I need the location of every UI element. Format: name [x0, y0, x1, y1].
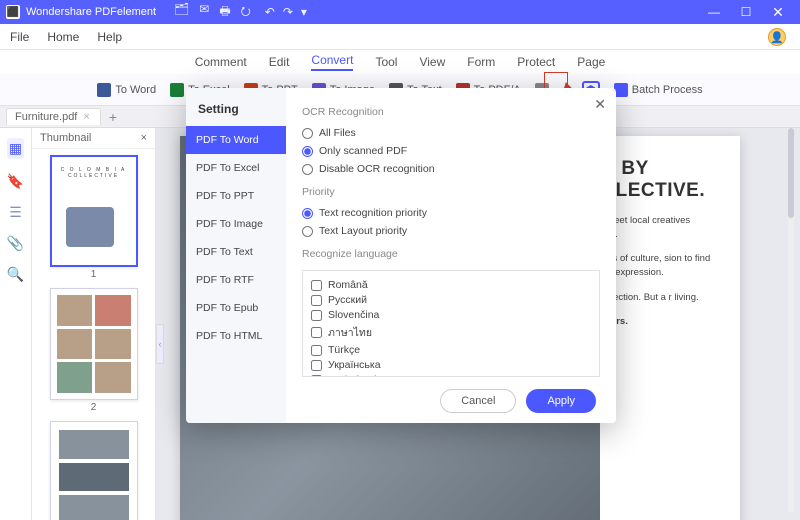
to-word-button[interactable]: To Word — [97, 83, 156, 97]
modal-body: ✕ OCR Recognition All Files Only scanned… — [286, 88, 616, 423]
main-menu-tabs: Comment Edit Convert Tool View Form Prot… — [0, 50, 800, 74]
maximize-button[interactable]: ☐ — [730, 5, 762, 19]
language-section-label: Recognize language — [302, 248, 600, 260]
menu-help[interactable]: Help — [97, 30, 122, 44]
ocr-all-radio[interactable]: All Files — [302, 127, 600, 139]
modal-close-icon[interactable]: ✕ — [594, 96, 606, 113]
tab-edit[interactable]: Edit — [269, 55, 290, 69]
side-pdf-to-ppt[interactable]: PDF To PPT — [186, 182, 286, 210]
tab-page[interactable]: Page — [577, 55, 605, 69]
menu-home[interactable]: Home — [47, 30, 79, 44]
lang-check[interactable]: Türkçe — [311, 344, 591, 356]
side-pdf-to-text[interactable]: PDF To Text — [186, 238, 286, 266]
doc-tab-furniture[interactable]: Furniture.pdf × — [6, 108, 101, 125]
save-icon[interactable]: ✉ — [199, 2, 209, 23]
modal-sidebar: Setting PDF To Word PDF To Excel PDF To … — [186, 88, 286, 423]
lang-check[interactable]: Slovenčina — [311, 309, 591, 321]
thumbnail-title: Thumbnail — [40, 132, 91, 144]
quick-access: 🗂 ✉ 🖶 ⭮ — [174, 2, 251, 23]
print-icon[interactable]: 🖶 — [219, 2, 230, 23]
undo-icon[interactable]: ↶ — [265, 5, 275, 19]
title-bar: ⬛ Wondershare PDFelement 🗂 ✉ 🖶 ⭮ ↶ ↷ ▾ ―… — [0, 0, 800, 24]
ocr-section-label: OCR Recognition — [302, 106, 600, 118]
user-avatar-icon[interactable]: 👤 — [768, 28, 786, 46]
apply-button[interactable]: Apply — [526, 389, 596, 413]
tab-form[interactable]: Form — [467, 55, 495, 69]
close-tab-icon[interactable]: × — [83, 111, 89, 123]
side-pdf-to-epub[interactable]: PDF To Epub — [186, 294, 286, 322]
lang-check[interactable]: Українська — [311, 359, 591, 371]
side-pdf-to-rtf[interactable]: PDF To RTF — [186, 266, 286, 294]
minimize-button[interactable]: ― — [698, 5, 730, 19]
tab-view[interactable]: View — [419, 55, 445, 69]
priority-recognition-radio[interactable]: Text recognition priority — [302, 207, 600, 219]
thumbnail-page-2[interactable]: 2 — [50, 288, 138, 413]
redo-icon[interactable]: ↷ — [283, 5, 293, 19]
thumbnail-list: C O L O M B I ACOLLECTIVE 1 2 3 4 — [32, 149, 155, 520]
excel-icon — [170, 83, 184, 97]
lang-check[interactable]: ภาษาไทย — [311, 324, 591, 341]
search-icon[interactable]: 🔍 — [7, 266, 24, 283]
modal-title: Setting — [186, 98, 286, 126]
undo-redo: ↶ ↷ ▾ — [265, 5, 307, 19]
thumbnail-panel: Thumbnail × C O L O M B I ACOLLECTIVE 1 … — [32, 128, 156, 520]
app-logo-icon: ⬛ — [6, 5, 20, 19]
scrollbar-thumb[interactable] — [788, 128, 794, 218]
side-pdf-to-excel[interactable]: PDF To Excel — [186, 154, 286, 182]
lang-check[interactable]: Nederlands — [311, 374, 591, 377]
priority-section-label: Priority — [302, 186, 600, 198]
close-window-button[interactable]: ✕ — [762, 4, 794, 21]
left-tool-strip: ▦ 🔖 ☰ 📎 🔍 — [0, 128, 32, 520]
share-icon[interactable]: ⭮ — [241, 2, 251, 23]
menu-file[interactable]: File — [10, 30, 29, 44]
cancel-button[interactable]: Cancel — [440, 389, 516, 413]
word-icon — [97, 83, 111, 97]
tab-comment[interactable]: Comment — [195, 55, 247, 69]
convert-settings-modal: Setting PDF To Word PDF To Excel PDF To … — [186, 88, 616, 423]
app-title: Wondershare PDFelement — [26, 6, 156, 18]
vertical-scrollbar[interactable] — [788, 128, 794, 512]
attachments-icon[interactable]: 📎 — [7, 235, 24, 252]
tab-protect[interactable]: Protect — [517, 55, 555, 69]
new-tab-button[interactable]: + — [109, 109, 117, 125]
file-menu-bar: File Home Help 👤 — [0, 24, 800, 50]
close-panel-icon[interactable]: × — [141, 132, 147, 144]
doc-tab-label: Furniture.pdf — [15, 111, 77, 123]
thumbnail-page-3[interactable]: 3 — [50, 421, 138, 520]
open-icon[interactable]: 🗂 — [174, 2, 189, 23]
language-list[interactable]: Română Русский Slovenčina ภาษาไทย Türkçe… — [302, 270, 600, 377]
thumbnails-icon[interactable]: ▦ — [7, 138, 24, 159]
ocr-disable-radio[interactable]: Disable OCR recognition — [302, 163, 600, 175]
lang-check[interactable]: Română — [311, 279, 591, 291]
tab-tool[interactable]: Tool — [375, 55, 397, 69]
collapse-handle-icon[interactable]: ‹ — [156, 324, 164, 364]
dropdown-icon[interactable]: ▾ — [301, 5, 307, 19]
side-pdf-to-word[interactable]: PDF To Word — [186, 126, 286, 154]
bookmarks-icon[interactable]: 🔖 — [7, 173, 24, 190]
comments-icon[interactable]: ☰ — [9, 204, 22, 221]
side-pdf-to-image[interactable]: PDF To Image — [186, 210, 286, 238]
modal-buttons: Cancel Apply — [302, 377, 600, 413]
tab-convert[interactable]: Convert — [311, 53, 353, 71]
batch-process-button[interactable]: Batch Process — [614, 83, 703, 97]
thumbnail-page-1[interactable]: C O L O M B I ACOLLECTIVE 1 — [50, 155, 138, 280]
lang-check[interactable]: Русский — [311, 294, 591, 306]
ocr-scanned-radio[interactable]: Only scanned PDF — [302, 145, 600, 157]
priority-layout-radio[interactable]: Text Layout priority — [302, 225, 600, 237]
side-pdf-to-html[interactable]: PDF To HTML — [186, 322, 286, 350]
